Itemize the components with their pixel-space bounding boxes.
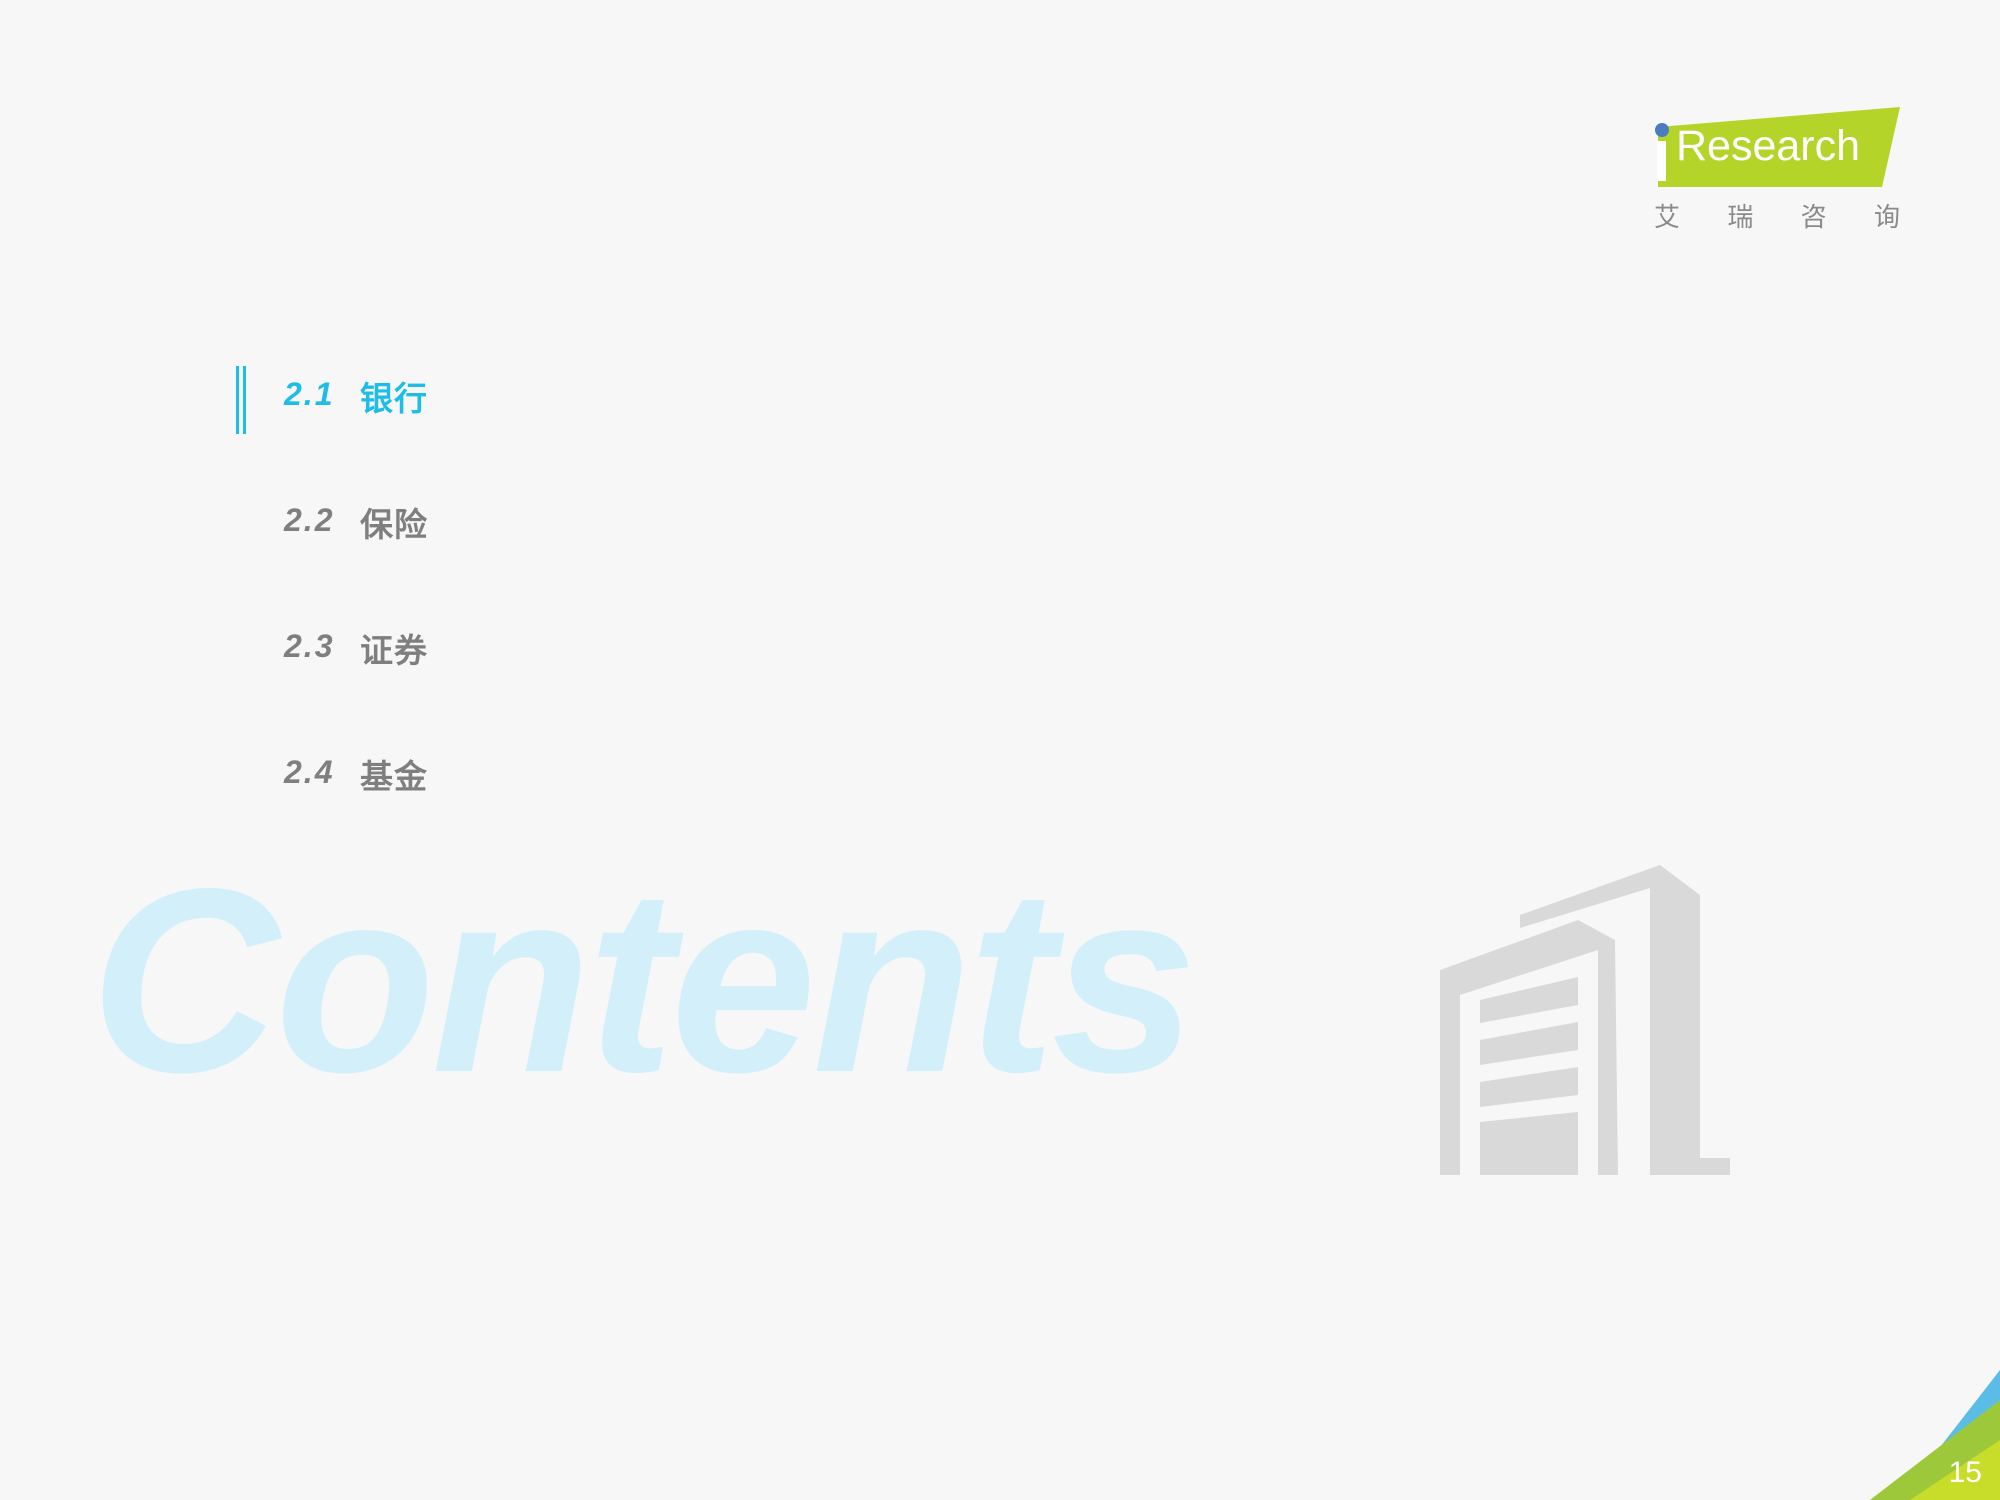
- toc-item-label: 基金: [360, 757, 428, 796]
- toc-item-number: 2.4: [284, 754, 335, 790]
- toc-item-label: 证券: [360, 631, 428, 670]
- active-indicator: [236, 366, 246, 434]
- toc-item-number: 2.3: [284, 628, 335, 664]
- toc-item-number: 2.1: [284, 376, 335, 412]
- logo-sub-char: 瑞: [1727, 203, 1754, 233]
- logo-subtitle: 艾 瑞 咨 询: [1654, 197, 1900, 234]
- slide: Research 艾 瑞 咨 询 2.1 银行 2.2 保险 2.3 证券 2.…: [0, 0, 2000, 1500]
- toc-item-number: 2.2: [284, 502, 335, 538]
- logo-sub-char: 艾: [1654, 203, 1681, 233]
- logo-sub-char: 询: [1873, 203, 1900, 233]
- building-icon: [1440, 865, 1730, 1175]
- logo-brand-text: Research: [1676, 122, 1861, 170]
- logo-sub-char: 咨: [1800, 203, 1827, 233]
- toc-item-label: 银行: [360, 379, 428, 418]
- contents-watermark: Contents: [90, 834, 1197, 1127]
- page-number: 15: [1948, 1456, 1982, 1489]
- iresearch-logo: Research 艾 瑞 咨 询: [1650, 105, 1900, 235]
- toc-item-label: 保险: [360, 505, 428, 544]
